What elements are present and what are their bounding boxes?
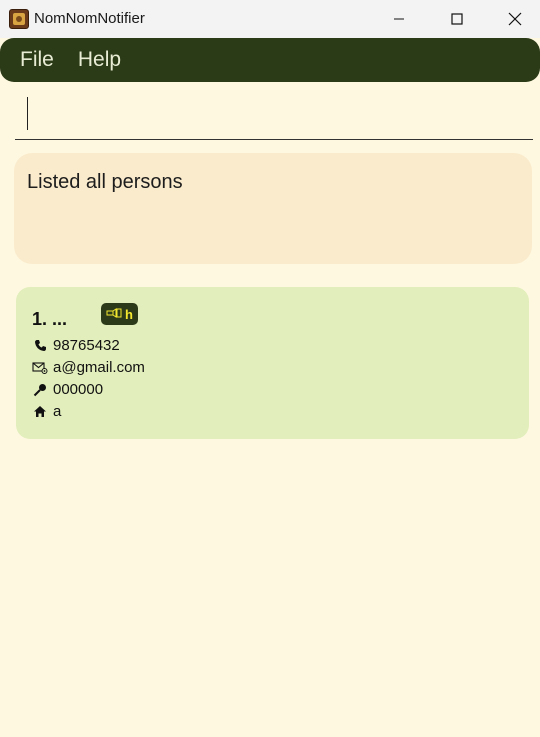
email-icon	[32, 360, 48, 376]
home-icon	[32, 404, 48, 420]
tag-icon	[106, 305, 122, 323]
maximize-icon	[451, 13, 463, 25]
text-caret	[27, 97, 28, 130]
maximize-button[interactable]	[428, 0, 486, 38]
postal-row: 000000	[32, 381, 103, 398]
result-display: Listed all persons	[14, 153, 532, 264]
minimize-button[interactable]	[370, 0, 428, 38]
email-text: a@gmail.com	[53, 359, 145, 376]
close-icon	[508, 12, 522, 26]
close-button[interactable]	[486, 0, 540, 38]
tag-label: h	[125, 306, 133, 322]
postal-text: 000000	[53, 381, 104, 398]
address-text: a	[53, 403, 62, 420]
email-row: a@gmail.com	[32, 359, 145, 376]
person-card[interactable]: 1. ... h 98765432 a@gmail.com 000000 a	[16, 287, 529, 439]
title-bar: NomNomNotifier	[0, 0, 540, 38]
command-box	[15, 92, 533, 140]
person-index-name: 1. ...	[32, 309, 68, 329]
result-message: Listed all persons	[27, 171, 183, 193]
window-title: NomNomNotifier	[34, 10, 145, 27]
app-logo-icon	[9, 9, 29, 29]
menu-bar: File Help	[0, 38, 540, 82]
menu-help[interactable]: Help	[78, 48, 121, 72]
phone-row: 98765432	[32, 337, 120, 354]
pin-icon	[32, 382, 48, 398]
tag-badge: h	[101, 303, 138, 325]
address-row: a	[32, 403, 61, 420]
phone-icon	[32, 338, 48, 354]
command-input[interactable]	[27, 96, 507, 134]
minimize-icon	[394, 18, 404, 20]
app-window: NomNomNotifier File Help Listed all pers…	[0, 0, 540, 737]
menu-file[interactable]: File	[20, 48, 54, 72]
phone-text: 98765432	[53, 337, 120, 354]
